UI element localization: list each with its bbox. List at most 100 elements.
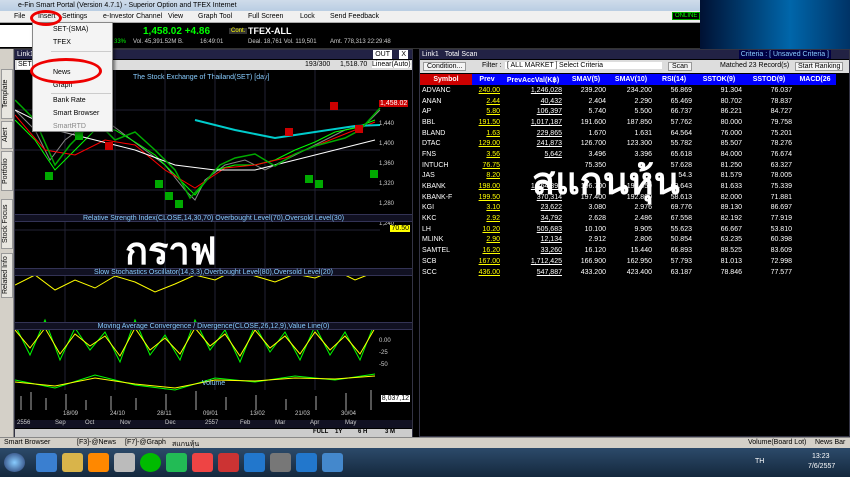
menu-graph-tool[interactable]: Graph Tool [198,13,232,20]
broker-logo [0,25,32,47]
table-cell: MLINK [422,236,444,244]
menu-view[interactable]: View [168,13,183,20]
table-cell: 78.005 [770,172,792,180]
app-icon[interactable] [114,453,135,472]
language-indicator[interactable]: TH [755,458,764,465]
col-sstok9[interactable]: SSTOK(9) [694,74,744,85]
clock-date[interactable]: 7/6/2557 [808,463,835,470]
date-tick: 24/10 [110,411,126,417]
col-sstod9[interactable]: SSTOD(9) [744,74,794,85]
col-symbol[interactable]: Symbol [420,74,472,85]
col-prev[interactable]: Prev [472,74,502,85]
ie-icon[interactable] [36,453,57,472]
table-cell: 53.810 [770,225,792,233]
col-prevaccval[interactable]: PrevAccVal(K฿) [502,74,564,85]
table-row[interactable]: DTAC 129.00 241,873 126.700 123.300 55.782 85.… [420,138,836,149]
menu-item-smartrtd[interactable]: SmartRTD [33,121,112,132]
program-icon[interactable] [270,453,291,472]
table-row[interactable]: SCB 167.00 1,712,425 166.900 162.950 57.793 81… [420,256,836,267]
col-macd[interactable]: MACD(26 [794,74,836,85]
tfex-label: TFEX-ALL [248,26,292,36]
criteria-dropdown[interactable]: Select Criteria [557,62,662,69]
table-row[interactable]: MLINK 2.90 12,134 2.912 2.806 50.854 63.235 60.… [420,235,836,246]
table-row[interactable]: BBL 191.50 1,017,187 191.600 187.850 57.762 80… [420,117,836,128]
menu-full-screen[interactable]: Full Screen [248,13,283,20]
table-cell: 40,432 [540,97,562,105]
table-row[interactable]: ADVANC 240.00 1,246,028 239.200 234.200 56.86… [420,85,836,96]
scan-button[interactable]: Scan [668,62,692,71]
line-icon[interactable] [140,453,161,472]
status-smart-browser[interactable]: Smart Browser [4,439,50,446]
sidebar-tab-template[interactable]: Template [1,69,13,119]
table-cell: 2.90 [486,236,500,244]
app2-icon[interactable] [322,453,343,472]
table-row[interactable]: SAMTEL 16.20 33,260 16.120 15.440 66.893 88.52… [420,245,836,256]
menu-einvestor[interactable]: e-Investor Channel [103,13,162,20]
scan-table-header: Symbol Prev PrevAccVal(K฿) SMAV(5) SMAV(… [420,74,836,85]
table-cell: 166.900 [580,257,606,265]
status-news-tab[interactable]: [F3]-@News [77,439,116,446]
scan-link-tab[interactable]: Link1 [422,51,439,58]
media-icon[interactable] [88,453,109,472]
sidebar-tab-alert[interactable]: Alert [1,121,13,149]
table-cell: 199.50 [478,193,500,201]
condition-button[interactable]: Condition... [423,62,467,71]
excel-icon[interactable] [166,453,187,472]
col-rsi14[interactable]: RSI(14) [654,74,694,85]
table-cell: 162.950 [626,257,652,265]
chart-out-button[interactable]: OUT [373,50,392,59]
menu-item-bank-rate[interactable]: Bank Rate [33,95,112,106]
date-tick: 18/09 [63,411,79,417]
table-cell: 56.869 [670,86,692,94]
acrobat-icon[interactable] [218,453,239,472]
sidebar-tab-stock-focus[interactable]: Stock Focus [1,199,13,249]
explorer-icon[interactable] [62,453,83,472]
col-smav5[interactable]: SMAV(5) [564,74,608,85]
scan-toolbar: Condition... Filter : [ ALL MARKET ] Sel… [420,60,849,73]
menu-lock[interactable]: Lock [300,13,315,20]
sidebar-tab-related-info[interactable]: Related Info [1,253,13,298]
year-tick: 2557 [205,420,219,426]
period-full[interactable]: FULL [313,429,328,435]
price-tick: 1,360 [379,161,395,167]
table-row[interactable]: ANAN 2.44 40,432 2.404 2.290 65.469 80.702 78.8… [420,96,836,107]
table-row[interactable]: LH 10.20 505,683 10.100 9.905 55.623 66.667 53.… [420,224,836,235]
menu-item-tfex[interactable]: TFEX [33,37,112,48]
table-cell: 129.00 [478,140,500,148]
start-ranking-button[interactable]: Start Ranking [795,62,844,71]
chart-close-button[interactable]: X [399,50,408,59]
table-cell: 66.667 [720,225,742,233]
table-row[interactable]: BLAND 1.63 229,865 1.670 1.631 64.564 76.000 75… [420,128,836,139]
table-row[interactable]: AP 5.80 106,397 5.740 5.500 66.737 86.221 84.72… [420,106,836,117]
efin-icon[interactable] [244,453,265,472]
table-cell: 3.10 [486,204,500,212]
menu-item-smart-browser[interactable]: Smart Browser [33,108,112,119]
table-row[interactable]: SCC 436.00 547,887 433.200 423.400 63.187 78.8… [420,267,836,278]
menu-settings[interactable]: Settings [62,13,87,20]
table-row[interactable]: KKC 2.92 34,792 2.628 2.486 67.558 82.192 77.91… [420,213,836,224]
table-cell: 63.327 [770,161,792,169]
col-smav10[interactable]: SMAV(10) [608,74,654,85]
menu-send-feedback[interactable]: Send Feedback [330,13,379,20]
period-6h[interactable]: 6 H [358,429,367,435]
red-circle-insert [30,10,62,26]
chrome-icon[interactable] [192,453,213,472]
start-button[interactable] [4,453,25,472]
table-cell: 433.200 [580,268,606,276]
table-cell: 2.486 [634,215,652,223]
word-icon[interactable] [296,453,317,472]
table-cell: 240.00 [478,86,500,94]
date-tick: 30/04 [341,411,357,417]
status-news-bar[interactable]: News Bar [815,439,845,446]
period-3m[interactable]: 3 M [385,429,395,435]
filter-dropdown[interactable]: [ ALL MARKET ] [505,62,560,69]
contract-dropdown[interactable]: Cont. [229,28,248,34]
menu-file[interactable]: File [14,13,25,20]
period-1y[interactable]: 1Y [335,429,342,435]
status-graph-tab[interactable]: [F7]-@Graph [125,439,166,446]
clock-time[interactable]: 13:23 [812,453,830,460]
table-cell: DTAC [422,140,441,148]
scale-dropdown[interactable]: Linear(Auto) [372,61,411,68]
sidebar-tab-portfolio[interactable]: Portfolio [1,151,13,191]
menu-separator [51,93,111,94]
